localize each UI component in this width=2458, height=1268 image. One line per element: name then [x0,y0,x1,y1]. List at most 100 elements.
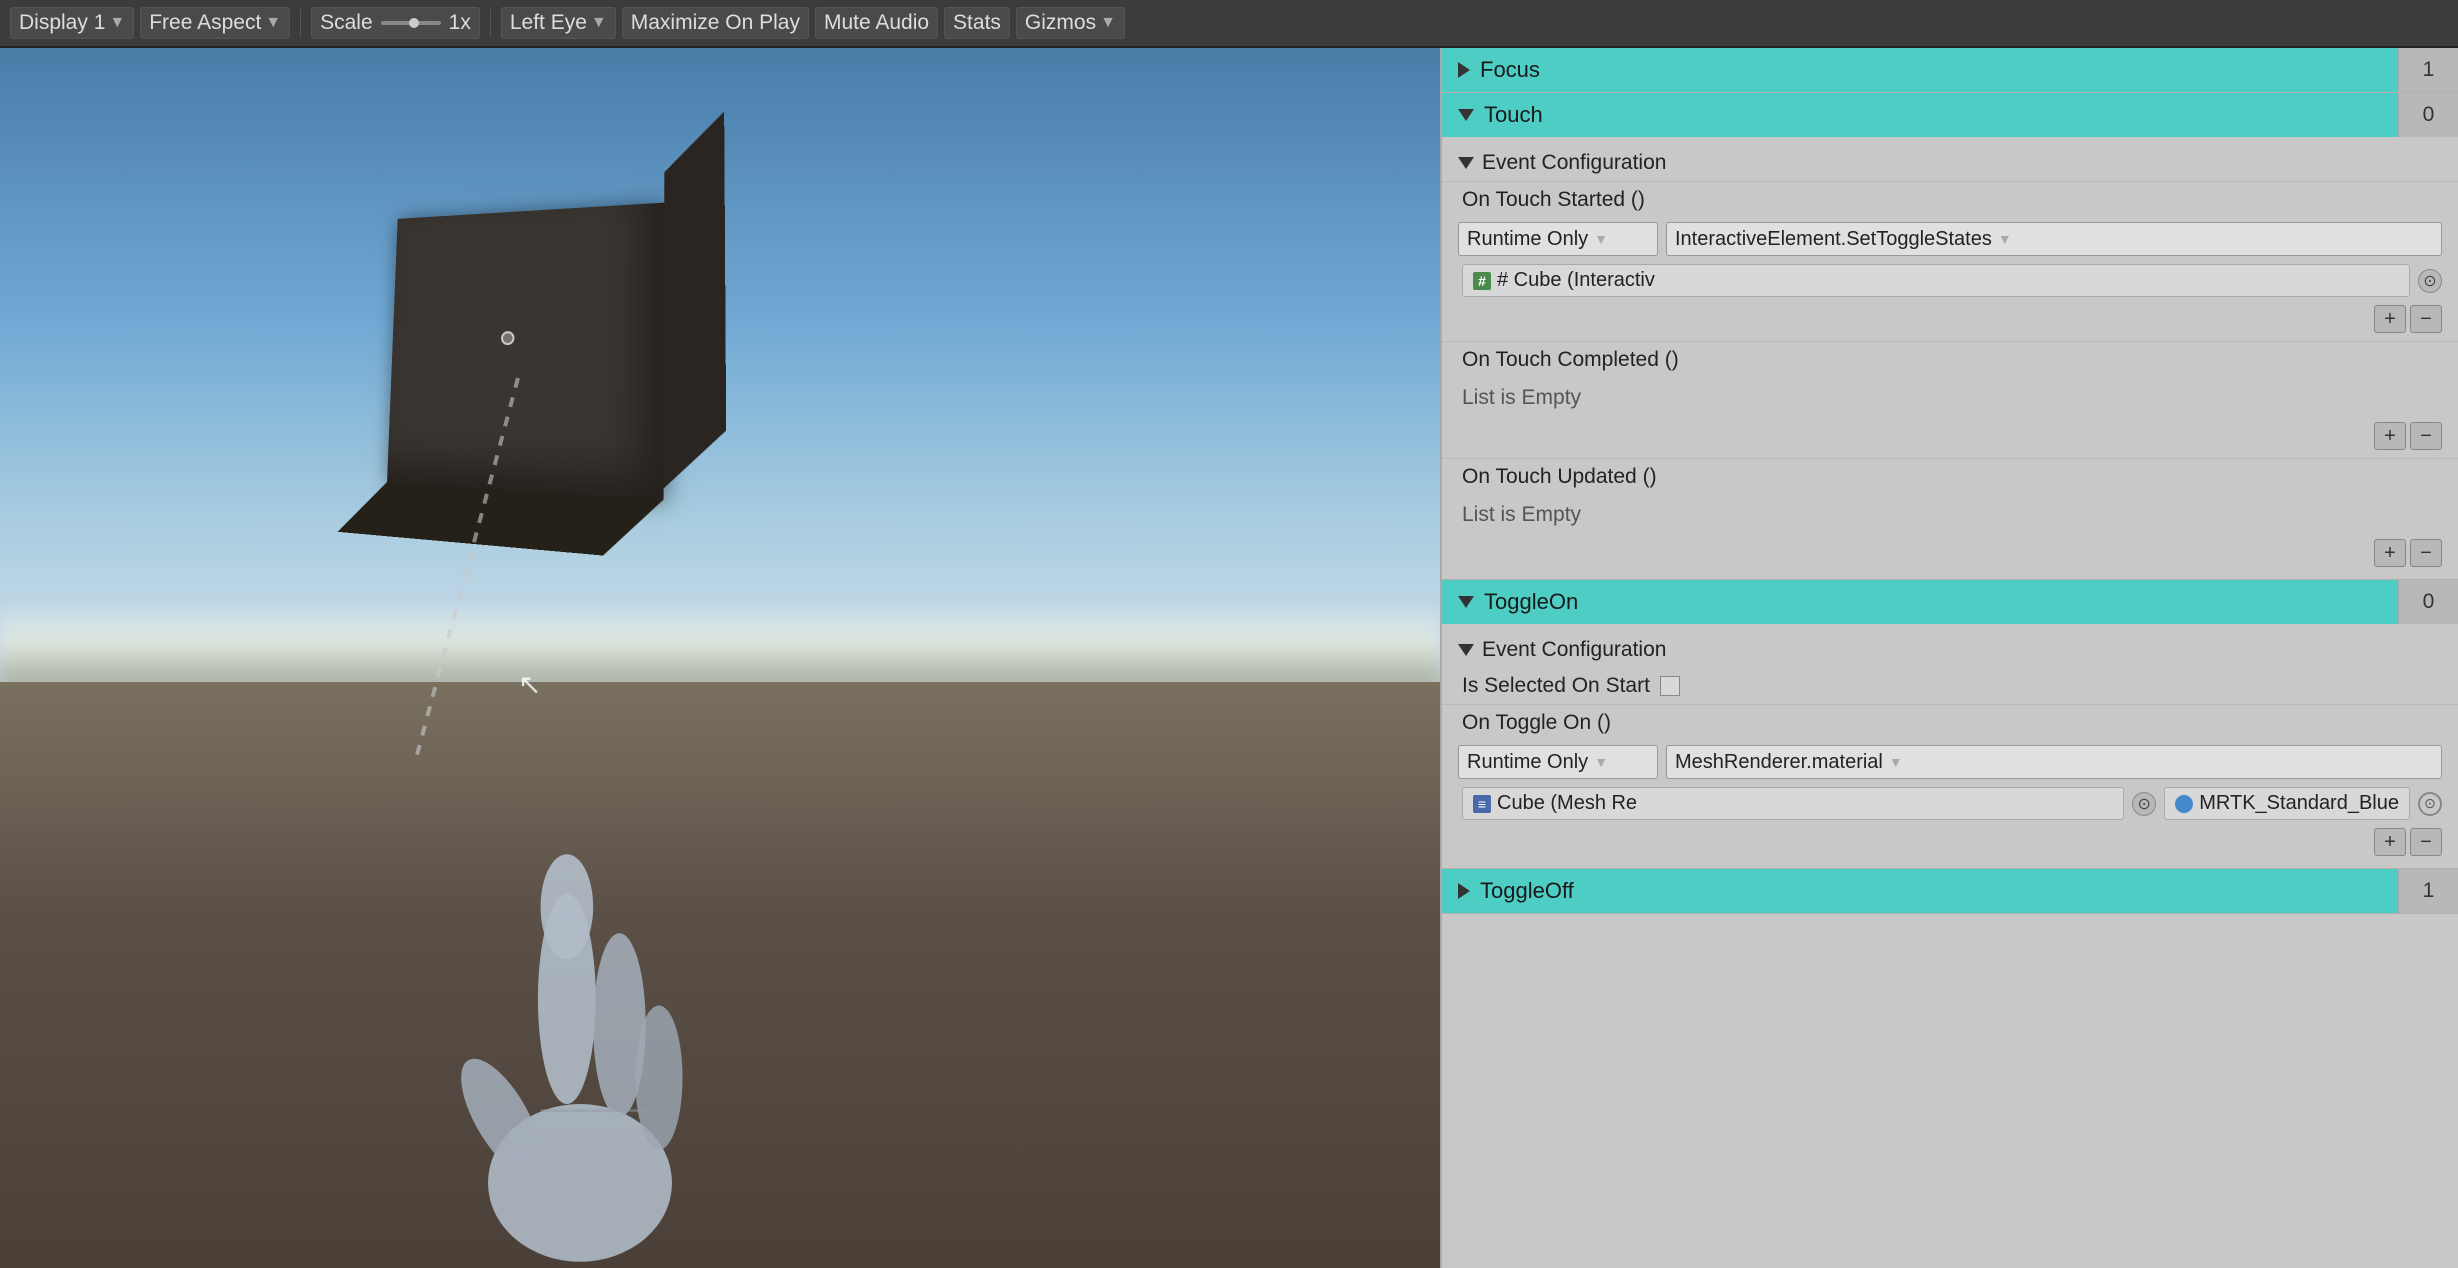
toggle-off-header-left: ToggleOff [1458,878,1574,904]
eye-selector[interactable]: Left Eye ▼ [501,7,616,39]
function-selector[interactable]: InteractiveElement.SetToggleStates ▼ [1666,222,2442,256]
toggle-on-label: ToggleOn [1484,589,1578,615]
maximize-on-play-btn[interactable]: Maximize On Play [622,7,809,39]
toggle-on-add-remove: + − [1442,824,2458,860]
main-content: ↖ Focus [0,48,2458,1268]
cube-interaction-point [501,331,515,345]
aspect-caret: ▼ [265,14,281,32]
toggle-off-wrapper: ToggleOff 1 [1442,869,2458,913]
focus-label: Focus [1480,57,1540,83]
eye-caret: ▼ [591,14,607,32]
separator-2 [490,9,491,37]
toggle-event-config-header: Event Configuration [1442,632,2458,668]
toggle-on-section: ToggleOn 0 Event Configuration Is Select… [1442,580,2458,869]
touch-section: Touch 0 Event Configuration On Touch Sta… [1442,93,2458,580]
on-touch-started-row: Runtime Only ▼ InteractiveElement.SetTog… [1442,218,2458,260]
toggle-off-label: ToggleOff [1480,878,1574,904]
toggle-runtime-selector[interactable]: Runtime Only ▼ [1458,745,1658,779]
touch-started-add-btn[interactable]: + [2374,305,2406,333]
gizmos-btn[interactable]: Gizmos ▼ [1016,7,1125,39]
toggle-on-wrapper: ToggleOn 0 [1442,580,2458,624]
touch-started-remove-btn[interactable]: − [2410,305,2442,333]
event-config-icon [1458,157,1474,169]
toggle-event-config-icon [1458,644,1474,656]
touch-updated-remove-btn[interactable]: − [2410,539,2442,567]
aspect-selector[interactable]: Free Aspect ▼ [140,7,290,39]
display-selector[interactable]: Display 1 ▼ [10,7,134,39]
scale-control[interactable]: Scale 1x [311,7,480,39]
separator-1 [300,9,301,37]
on-touch-started-label: On Touch Started () [1442,181,2458,218]
material-icon [2175,795,2193,813]
toggle-function-selector[interactable]: MeshRenderer.material ▼ [1666,745,2442,779]
on-toggle-on-row: Runtime Only ▼ MeshRenderer.material ▼ [1442,741,2458,783]
gizmos-label: Gizmos [1025,11,1096,35]
focus-badge: 1 [2398,48,2458,92]
is-selected-checkbox[interactable] [1660,676,1680,696]
object-ref-touch: # # Cube (Interactiv [1462,264,2410,297]
toggle-object-ref: ≡ Cube (Mesh Re [1462,787,2124,820]
event-config-label: Event Configuration [1482,151,1666,175]
stats-btn[interactable]: Stats [944,7,1010,39]
function-caret: ▼ [1998,231,2012,247]
hand-model [420,828,740,1268]
cube-mesh [387,203,664,500]
toggle-on-header[interactable]: ToggleOn [1442,580,2398,624]
toolbar: Display 1 ▼ Free Aspect ▼ Scale 1x Left … [0,0,2458,48]
touch-completed-remove-btn[interactable]: − [2410,422,2442,450]
focus-header[interactable]: Focus [1442,48,2398,92]
object-ref-target-btn[interactable]: ⊙ [2418,269,2442,293]
runtime-caret: ▼ [1594,231,1608,247]
touch-section-wrapper: Touch 0 [1442,93,2458,137]
scale-slider[interactable] [381,21,441,25]
display-label: Display 1 [19,11,105,35]
mouse-cursor: ↖ [518,668,548,704]
touch-completed-add-btn[interactable]: + [2374,422,2406,450]
touch-header-left: Touch [1458,102,1543,128]
touch-body: Event Configuration On Touch Started () … [1442,137,2458,579]
horizon-glow [0,609,1440,689]
toggle-off-collapse-icon [1458,883,1470,899]
touch-updated-add-btn[interactable]: + [2374,539,2406,567]
event-config-header: Event Configuration [1442,145,2458,181]
toggle-on-collapse-icon [1458,596,1474,608]
touch-updated-add-remove: + − [1442,535,2458,571]
toggle-on-badge: 0 [2398,580,2458,624]
touch-collapse-icon [1458,109,1474,121]
toggle-obj-target-btn[interactable]: ⊙ [2132,792,2156,816]
toggle-function-caret: ▼ [1889,754,1903,770]
toggle-on-header-left: ToggleOn [1458,589,1578,615]
maximize-on-play-label: Maximize On Play [631,11,800,35]
mute-audio-label: Mute Audio [824,11,929,35]
toggle-runtime-caret: ▼ [1594,754,1608,770]
toggle-on-add-btn[interactable]: + [2374,828,2406,856]
on-toggle-on-label: On Toggle On () [1442,704,2458,741]
touch-started-add-remove: + − [1442,301,2458,337]
toggle-object-icon: ≡ [1473,795,1491,813]
runtime-only-selector[interactable]: Runtime Only ▼ [1458,222,1658,256]
game-viewport[interactable]: ↖ [0,48,1440,1268]
is-selected-row: Is Selected On Start [1442,668,2458,704]
gizmos-caret: ▼ [1100,14,1116,32]
object-icon-touch: # [1473,272,1491,290]
is-selected-label: Is Selected On Start [1462,674,1650,698]
focus-collapse-icon [1458,62,1470,78]
toggle-on-remove-btn[interactable]: − [2410,828,2442,856]
aspect-label: Free Aspect [149,11,261,35]
mute-audio-btn[interactable]: Mute Audio [815,7,938,39]
on-touch-completed-label: On Touch Completed () [1442,341,2458,378]
display-caret: ▼ [109,14,125,32]
material-target-btn[interactable]: ⊙ [2418,792,2442,816]
inspector-panel: Focus 1 Touch 0 [1440,48,2458,1268]
stats-label: Stats [953,11,1001,35]
touch-updated-empty: List is Empty [1442,495,2458,535]
toggle-event-config-label: Event Configuration [1482,638,1666,662]
touch-completed-empty: List is Empty [1442,378,2458,418]
touch-header[interactable]: Touch [1442,93,2398,137]
touch-label: Touch [1484,102,1543,128]
focus-header-left: Focus [1458,57,1540,83]
focus-section-wrapper: Focus 1 [1442,48,2458,92]
material-ref: MRTK_Standard_Blue [2164,787,2410,820]
toggle-off-header[interactable]: ToggleOff [1442,869,2398,913]
eye-label: Left Eye [510,11,587,35]
